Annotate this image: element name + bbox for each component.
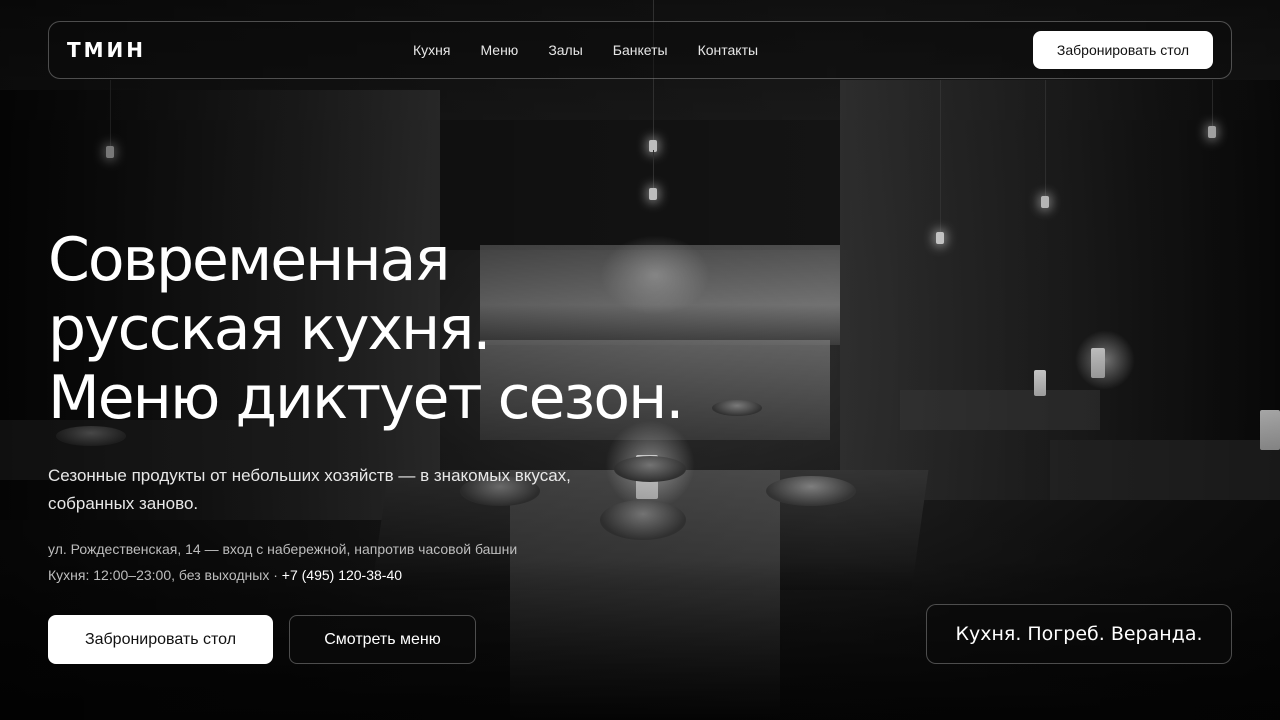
hero-subtitle: Сезонные продукты от небольших хозяйств … [48,466,571,513]
hero-title-line: русская кухня. [48,294,491,364]
nav-item-contacts[interactable]: Контакты [698,42,758,58]
phone-link[interactable]: +7 (495) 120-38-40 [282,567,402,583]
view-menu-button[interactable]: Смотреть меню [289,615,476,664]
main-nav: Кухня Меню Залы Банкеты Контакты [413,22,758,78]
hours-text: Кухня: 12:00–23:00, без выходных · [48,567,282,583]
nav-item-menu[interactable]: Меню [480,42,518,58]
hero-title: Современная русская кухня. Меню диктует … [48,226,808,433]
nav-item-banquets[interactable]: Банкеты [613,42,668,58]
tagline-badge: Кухня. Погреб. Веранда. [926,604,1232,664]
hero-title-line: Меню диктует сезон. [48,363,684,433]
tagline-text: Кухня. Погреб. Веранда. [955,623,1203,645]
nav-item-halls[interactable]: Залы [548,42,582,58]
header-book-table-button[interactable]: Забронировать стол [1033,31,1213,69]
book-table-button[interactable]: Забронировать стол [48,615,273,664]
hero-title-line: Современная [48,225,450,295]
hero-contact-info: ул. Рождественская, 14 — вход с набережн… [48,536,517,588]
nav-item-kitchen[interactable]: Кухня [413,42,450,58]
hours-line: Кухня: 12:00–23:00, без выходных · +7 (4… [48,562,517,588]
logo[interactable]: ТМИН [67,38,146,62]
site-header: ТМИН Кухня Меню Залы Банкеты Контакты За… [48,21,1232,79]
address-text: ул. Рождественская, 14 — вход с набережн… [48,541,518,557]
